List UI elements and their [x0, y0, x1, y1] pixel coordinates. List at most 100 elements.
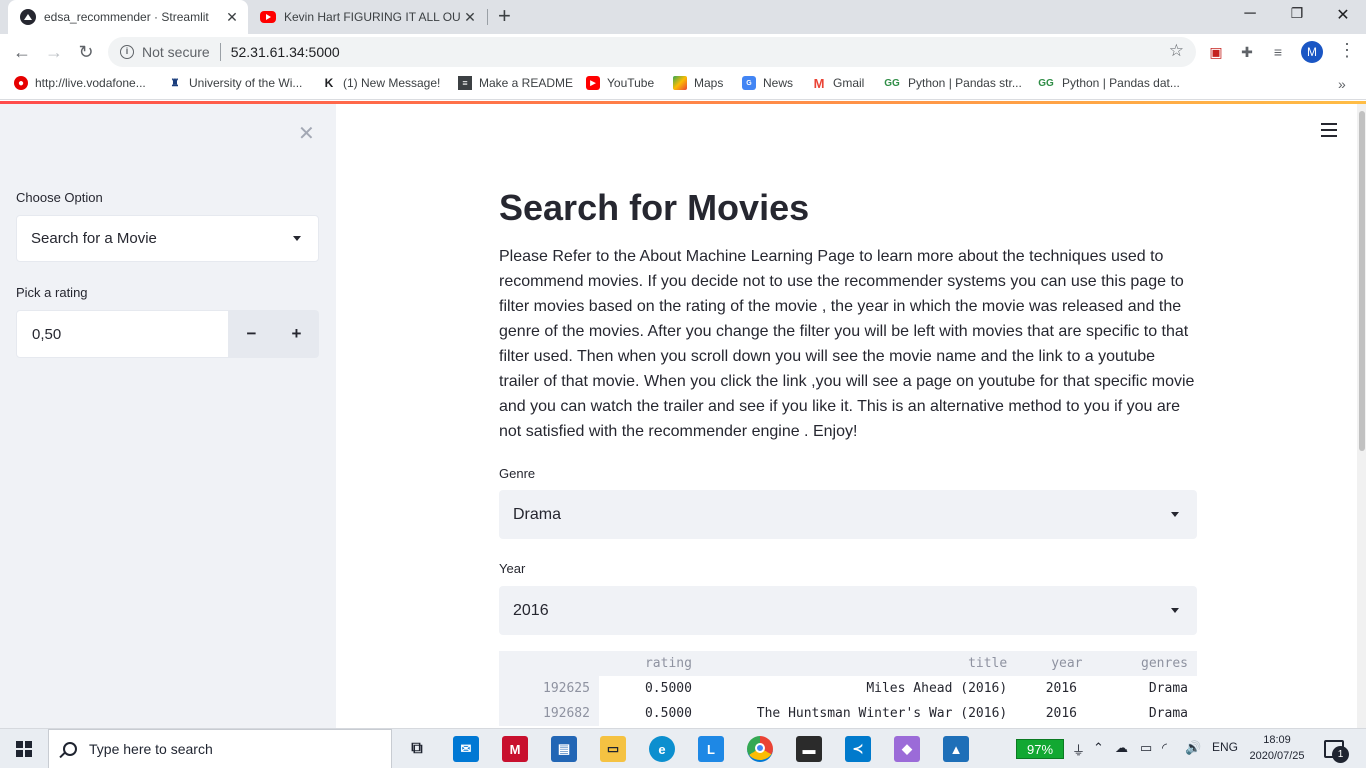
security-status: Not secure	[142, 44, 210, 60]
forward-icon[interactable]: →	[42, 41, 66, 63]
column-header-title[interactable]: title	[700, 651, 1017, 676]
volume-icon[interactable]: 🔊	[1185, 740, 1201, 756]
caret-down-icon	[1171, 608, 1179, 613]
column-header-index[interactable]	[499, 651, 599, 676]
close-icon[interactable]: ✕	[460, 9, 480, 26]
document-icon: ≡	[458, 76, 472, 90]
pocket-extension-icon[interactable]: ▣	[1206, 42, 1226, 62]
increment-button[interactable]: +	[274, 310, 319, 358]
mcafee-icon[interactable]: M	[502, 736, 528, 762]
bookmark-new-message[interactable]: K (1) New Message!	[322, 76, 441, 90]
edge-icon[interactable]: e	[649, 736, 675, 762]
movies-dataframe[interactable]: rating title year genres 192625 0.5000 M…	[499, 651, 1197, 728]
file-explorer-icon[interactable]: ▭	[600, 736, 626, 762]
year-label: Year	[499, 561, 526, 576]
back-icon[interactable]: ←	[10, 41, 34, 63]
bookmark-label: Gmail	[833, 76, 865, 90]
search-placeholder: Type here to search	[89, 741, 213, 757]
media-queue-icon[interactable]: ≡	[1268, 42, 1288, 62]
hamburger-menu-icon[interactable]	[1321, 123, 1337, 141]
address-bar[interactable]: i Not secure 52.31.61.34:5000 ☆	[108, 37, 1196, 67]
chrome-icon[interactable]	[747, 736, 773, 762]
column-header-year[interactable]: year	[1016, 651, 1107, 676]
tab-youtube[interactable]: Kevin Hart FIGURING IT ALL OUT ✕	[248, 0, 486, 34]
search-icon	[63, 742, 77, 756]
extensions-puzzle-icon[interactable]: ✚	[1237, 42, 1257, 62]
choose-option-select[interactable]: Search for a Movie	[16, 215, 319, 262]
bookmark-label: Python | Pandas dat...	[1062, 76, 1180, 90]
lync-icon[interactable]: L	[698, 736, 724, 762]
tab-streamlit[interactable]: edsa_recommender · Streamlit ✕	[8, 0, 248, 34]
bookmark-star-icon[interactable]: ☆	[1169, 41, 1184, 61]
profile-avatar[interactable]: M	[1301, 41, 1323, 63]
year-select[interactable]: 2016	[499, 586, 1197, 635]
select-value: Search for a Movie	[31, 230, 157, 247]
minimize-icon[interactable]: ─	[1240, 5, 1260, 23]
info-icon[interactable]: i	[120, 45, 134, 59]
snipping-tool-icon[interactable]: ◆	[894, 736, 920, 762]
chevron-double-right-icon[interactable]: »	[1338, 76, 1346, 92]
genre-select[interactable]: Drama	[499, 490, 1197, 539]
close-window-icon[interactable]: ✕	[1333, 5, 1353, 25]
close-sidebar-icon[interactable]: ✕	[298, 121, 315, 146]
windows-start-icon[interactable]	[16, 741, 32, 757]
bookmark-label: (1) New Message!	[343, 76, 441, 90]
pick-rating-label: Pick a rating	[16, 285, 88, 300]
browser-menu-icon[interactable]: ⋮	[1338, 40, 1356, 61]
photos-icon[interactable]: ▲	[943, 736, 969, 762]
terminal-icon[interactable]: ▬	[796, 736, 822, 762]
caret-down-icon	[293, 236, 301, 241]
select-value: 2016	[513, 601, 549, 619]
onedrive-icon[interactable]: ☁	[1115, 740, 1128, 756]
column-header-rating[interactable]: rating	[598, 651, 701, 676]
clock[interactable]: 18:09 2020/07/25	[1246, 732, 1308, 764]
bookmark-label: http://live.vodafone...	[35, 76, 146, 90]
restore-icon[interactable]: ❐	[1287, 5, 1307, 22]
battery-indicator[interactable]: 97%	[1016, 739, 1064, 759]
cell-year: 2016	[1045, 706, 1077, 721]
wifi-icon[interactable]: ◜	[1162, 740, 1167, 756]
power-plug-icon[interactable]: ⏚	[1072, 740, 1085, 759]
cell-genres: Drama	[1148, 706, 1188, 721]
bookmark-youtube[interactable]: ▶ YouTube	[586, 76, 654, 90]
app-icon[interactable]: ▤	[551, 736, 577, 762]
decrement-button[interactable]: −	[229, 310, 274, 358]
clock-time: 18:09	[1263, 734, 1291, 746]
vscode-icon[interactable]: ≺	[845, 736, 871, 762]
bookmark-readme[interactable]: ≡ Make a README	[458, 76, 573, 90]
url-text[interactable]: 52.31.61.34:5000	[231, 44, 340, 60]
column-header-genres[interactable]: genres	[1106, 651, 1197, 676]
bookmark-vodafone[interactable]: ● http://live.vodafone...	[14, 76, 146, 90]
youtube-icon: ▶	[586, 76, 600, 90]
table-row[interactable]: 192625 0.5000 Miles Ahead (2016) 2016 Dr…	[499, 676, 1197, 701]
cell-rating: 0.5000	[644, 681, 692, 696]
bookmark-news[interactable]: G News	[742, 76, 793, 90]
bookmark-maps[interactable]: Maps	[673, 76, 723, 90]
close-icon[interactable]: ✕	[222, 9, 242, 26]
table-row[interactable]: 192682 0.5000 The Huntsman Winter's War …	[499, 701, 1197, 726]
cell-genres: Drama	[1148, 681, 1188, 696]
youtube-icon	[260, 11, 276, 23]
bookmark-university[interactable]: ♜ University of the Wi...	[168, 76, 303, 90]
new-tab-icon[interactable]: +	[498, 4, 511, 28]
bookmark-pandas-str[interactable]: GG Python | Pandas str...	[883, 76, 1022, 90]
scrollbar-thumb[interactable]	[1359, 111, 1365, 451]
tab-separator	[487, 9, 488, 25]
bookmark-pandas-dat[interactable]: GG Python | Pandas dat...	[1037, 76, 1180, 90]
streamlit-app: ✕ Choose Option Search for a Movie Pick …	[0, 101, 1366, 728]
reload-icon[interactable]: ↻	[74, 41, 98, 63]
row-index: 192682	[499, 701, 599, 726]
mail-icon[interactable]: ✉	[453, 736, 479, 762]
browser-tab-strip: edsa_recommender · Streamlit ✕ Kevin Har…	[0, 0, 1366, 34]
language-indicator[interactable]: ENG	[1212, 740, 1238, 754]
tab-title: edsa_recommender · Streamlit	[44, 10, 209, 24]
chevron-up-icon[interactable]: ⌃	[1093, 740, 1104, 756]
battery-icon[interactable]: ▭	[1140, 740, 1152, 756]
bookmark-gmail[interactable]: M Gmail	[812, 76, 865, 91]
intro-paragraph: Please Refer to the About Machine Learni…	[499, 248, 1195, 440]
vodafone-icon: ●	[14, 76, 28, 90]
rating-input[interactable]	[16, 310, 229, 358]
browser-toolbar: ← → ↻ i Not secure 52.31.61.34:5000 ☆ ▣ …	[0, 34, 1366, 70]
taskbar-search-box[interactable]: Type here to search	[48, 729, 392, 768]
task-view-icon[interactable]: ⧉	[404, 736, 430, 762]
